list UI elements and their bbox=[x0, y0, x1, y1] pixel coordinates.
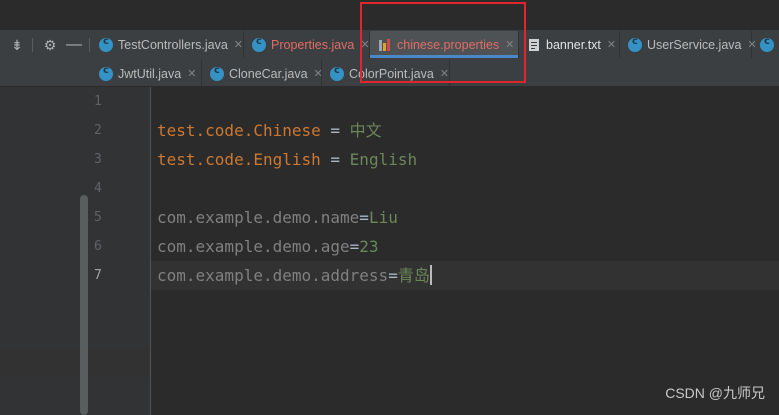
tab-overflow[interactable] bbox=[752, 31, 779, 58]
tab-clonecar[interactable]: CloneCar.java ✕ bbox=[202, 60, 323, 87]
line-number: 2 bbox=[94, 123, 102, 138]
code-line-7: com.example.demo.address=青岛 bbox=[157, 261, 432, 290]
text-file-icon bbox=[527, 38, 541, 52]
code-line-6: com.example.demo.age=23 bbox=[157, 232, 379, 261]
tab-label: JwtUtil.java bbox=[118, 66, 182, 81]
class-icon bbox=[99, 36, 113, 52]
property-value: English bbox=[349, 150, 418, 169]
code-line-2: test.code.Chinese = 中文 bbox=[157, 116, 382, 145]
property-value: 中文 bbox=[349, 121, 382, 140]
gear-icon[interactable]: ⚙ bbox=[42, 37, 58, 53]
property-key: com.example.demo.address bbox=[157, 266, 389, 285]
class-icon bbox=[760, 36, 774, 52]
assign-operator: = bbox=[349, 237, 360, 256]
code-editor[interactable]: test.code.Chinese = 中文 test.code.English… bbox=[151, 87, 779, 415]
property-value: Liu bbox=[368, 208, 398, 227]
tab-label: banner.txt bbox=[546, 37, 601, 52]
property-key: test.code.English bbox=[157, 150, 321, 169]
class-icon bbox=[210, 65, 224, 81]
assign-operator: = bbox=[320, 150, 350, 169]
class-icon bbox=[99, 65, 113, 81]
watermark: CSDN @九师兄 bbox=[665, 385, 765, 401]
current-line-gutter-highlight bbox=[0, 348, 150, 377]
class-icon bbox=[330, 65, 344, 81]
scrollbar[interactable] bbox=[80, 195, 88, 415]
toolbar-divider bbox=[32, 38, 33, 52]
minimize-icon[interactable]: — bbox=[66, 37, 82, 53]
tab-label: CloneCar.java bbox=[229, 66, 308, 81]
toolbar-divider bbox=[89, 38, 90, 52]
line-number: 1 bbox=[94, 94, 102, 109]
assign-operator: = bbox=[320, 121, 350, 140]
property-key: com.example.demo.name bbox=[157, 208, 360, 227]
tab-label: UserService.java bbox=[647, 37, 742, 52]
property-key: com.example.demo.age bbox=[157, 237, 350, 256]
code-line-5: com.example.demo.name=Liu bbox=[157, 203, 398, 232]
property-key: test.code.Chinese bbox=[157, 121, 321, 140]
code-line-3: test.code.English = English bbox=[157, 145, 417, 174]
text-caret bbox=[429, 265, 432, 285]
close-icon[interactable]: ✕ bbox=[234, 38, 243, 51]
assign-operator: = bbox=[359, 208, 369, 227]
close-icon[interactable]: ✕ bbox=[607, 38, 616, 51]
tab-jwtutil[interactable]: JwtUtil.java ✕ bbox=[91, 60, 202, 87]
tab-testcontrollers[interactable]: TestControllers.java ✕ bbox=[91, 31, 244, 58]
tab-toolstrip: ⇟ ⚙ — bbox=[0, 30, 90, 59]
class-icon bbox=[252, 36, 266, 52]
tab-userservice[interactable]: UserService.java ✕ bbox=[620, 31, 757, 58]
assign-operator: = bbox=[388, 266, 398, 285]
line-number: 3 bbox=[94, 152, 102, 167]
tab-label: TestControllers.java bbox=[118, 37, 228, 52]
tab-label: Properties.java bbox=[271, 37, 355, 52]
tab-properties-java[interactable]: Properties.java ✕ bbox=[244, 31, 370, 58]
class-icon bbox=[628, 36, 642, 52]
collapse-icon[interactable]: ⇟ bbox=[9, 37, 25, 53]
close-icon[interactable]: ✕ bbox=[187, 67, 196, 80]
line-number-gutter: 1 2 3 4 5 6 7 bbox=[0, 87, 150, 415]
property-value: 23 bbox=[359, 237, 379, 256]
annotation-highlight-box bbox=[360, 2, 526, 83]
tab-banner-txt[interactable]: banner.txt ✕ bbox=[519, 31, 620, 58]
property-value: 青岛 bbox=[397, 266, 430, 285]
